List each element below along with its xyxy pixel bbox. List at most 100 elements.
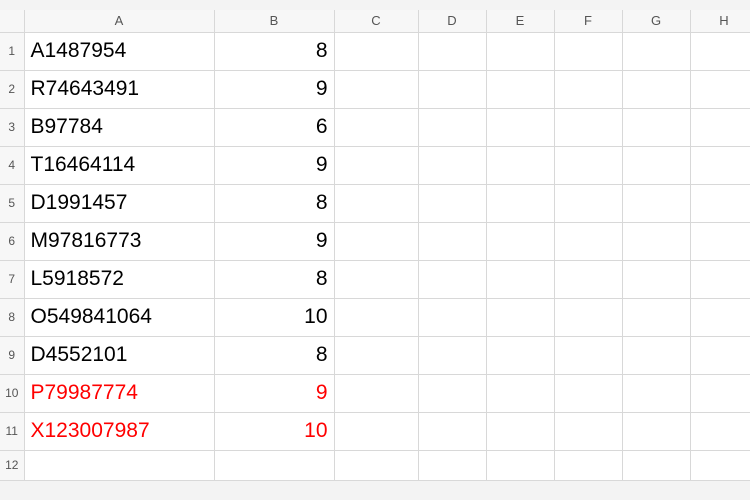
col-header-H[interactable]: H [690, 10, 750, 32]
cell[interactable] [690, 298, 750, 336]
cell[interactable]: D1991457 [24, 184, 214, 222]
cell[interactable]: 9 [214, 146, 334, 184]
cell[interactable] [622, 412, 690, 450]
grid[interactable]: A B C D E F G H 1A148795482R7464349193B9… [0, 10, 750, 481]
cell[interactable]: 10 [214, 412, 334, 450]
cell[interactable]: 8 [214, 32, 334, 70]
cell[interactable]: 8 [214, 260, 334, 298]
cell[interactable] [690, 222, 750, 260]
row-header[interactable]: 1 [0, 32, 24, 70]
cell[interactable]: 8 [214, 184, 334, 222]
cell[interactable]: X123007987 [24, 412, 214, 450]
row-header[interactable]: 5 [0, 184, 24, 222]
cell[interactable] [486, 184, 554, 222]
cell[interactable]: O549841064 [24, 298, 214, 336]
cell[interactable] [622, 108, 690, 146]
cell[interactable] [214, 450, 334, 480]
cell[interactable]: R74643491 [24, 70, 214, 108]
col-header-A[interactable]: A [24, 10, 214, 32]
cell[interactable] [486, 70, 554, 108]
cell[interactable] [622, 374, 690, 412]
cell[interactable] [554, 70, 622, 108]
cell[interactable] [334, 108, 418, 146]
cell[interactable] [622, 450, 690, 480]
cell[interactable] [334, 374, 418, 412]
cell[interactable] [418, 450, 486, 480]
spreadsheet[interactable]: A B C D E F G H 1A148795482R7464349193B9… [0, 10, 750, 481]
cell[interactable]: B97784 [24, 108, 214, 146]
cell[interactable] [486, 336, 554, 374]
cell[interactable] [554, 374, 622, 412]
cell[interactable] [334, 146, 418, 184]
cell[interactable] [418, 70, 486, 108]
col-header-D[interactable]: D [418, 10, 486, 32]
cell[interactable] [690, 146, 750, 184]
cell[interactable]: P79987774 [24, 374, 214, 412]
cell[interactable] [486, 108, 554, 146]
row-header[interactable]: 2 [0, 70, 24, 108]
cell[interactable]: 9 [214, 70, 334, 108]
cell[interactable]: 10 [214, 298, 334, 336]
cell[interactable] [334, 260, 418, 298]
cell[interactable] [622, 184, 690, 222]
row-header[interactable]: 9 [0, 336, 24, 374]
cell[interactable] [486, 450, 554, 480]
row-header[interactable]: 6 [0, 222, 24, 260]
cell[interactable] [554, 260, 622, 298]
cell[interactable] [334, 184, 418, 222]
row-header[interactable]: 7 [0, 260, 24, 298]
cell[interactable] [622, 298, 690, 336]
cell[interactable] [622, 336, 690, 374]
col-header-E[interactable]: E [486, 10, 554, 32]
cell[interactable] [486, 298, 554, 336]
cell[interactable] [622, 32, 690, 70]
cell[interactable] [334, 70, 418, 108]
cell[interactable] [418, 146, 486, 184]
cell[interactable] [554, 222, 622, 260]
cell[interactable] [486, 146, 554, 184]
cell[interactable] [554, 336, 622, 374]
select-all-corner[interactable] [0, 10, 24, 32]
cell[interactable]: T16464114 [24, 146, 214, 184]
cell[interactable] [690, 450, 750, 480]
row-header[interactable]: 12 [0, 450, 24, 480]
cell[interactable] [622, 260, 690, 298]
cell[interactable]: M97816773 [24, 222, 214, 260]
cell[interactable] [486, 260, 554, 298]
cell[interactable] [554, 146, 622, 184]
cell[interactable] [554, 412, 622, 450]
cell[interactable] [24, 450, 214, 480]
cell[interactable] [418, 32, 486, 70]
row-header[interactable]: 3 [0, 108, 24, 146]
cell[interactable] [690, 412, 750, 450]
cell[interactable] [486, 32, 554, 70]
cell[interactable] [690, 336, 750, 374]
cell[interactable] [690, 184, 750, 222]
cell[interactable] [418, 412, 486, 450]
cell[interactable]: 6 [214, 108, 334, 146]
cell[interactable] [418, 374, 486, 412]
col-header-B[interactable]: B [214, 10, 334, 32]
row-header[interactable]: 8 [0, 298, 24, 336]
cell[interactable] [486, 412, 554, 450]
cell[interactable] [418, 298, 486, 336]
cell[interactable] [334, 298, 418, 336]
cell[interactable] [418, 222, 486, 260]
cell[interactable] [554, 450, 622, 480]
cell[interactable] [486, 222, 554, 260]
cell[interactable]: A1487954 [24, 32, 214, 70]
cell[interactable] [690, 32, 750, 70]
cell[interactable] [690, 70, 750, 108]
cell[interactable] [690, 374, 750, 412]
cell[interactable] [334, 222, 418, 260]
cell[interactable] [554, 32, 622, 70]
cell[interactable] [334, 32, 418, 70]
cell[interactable] [622, 70, 690, 108]
cell[interactable]: L5918572 [24, 260, 214, 298]
col-header-C[interactable]: C [334, 10, 418, 32]
cell[interactable] [690, 108, 750, 146]
cell[interactable] [554, 108, 622, 146]
cell[interactable]: 9 [214, 222, 334, 260]
cell[interactable] [418, 336, 486, 374]
cell[interactable] [334, 450, 418, 480]
